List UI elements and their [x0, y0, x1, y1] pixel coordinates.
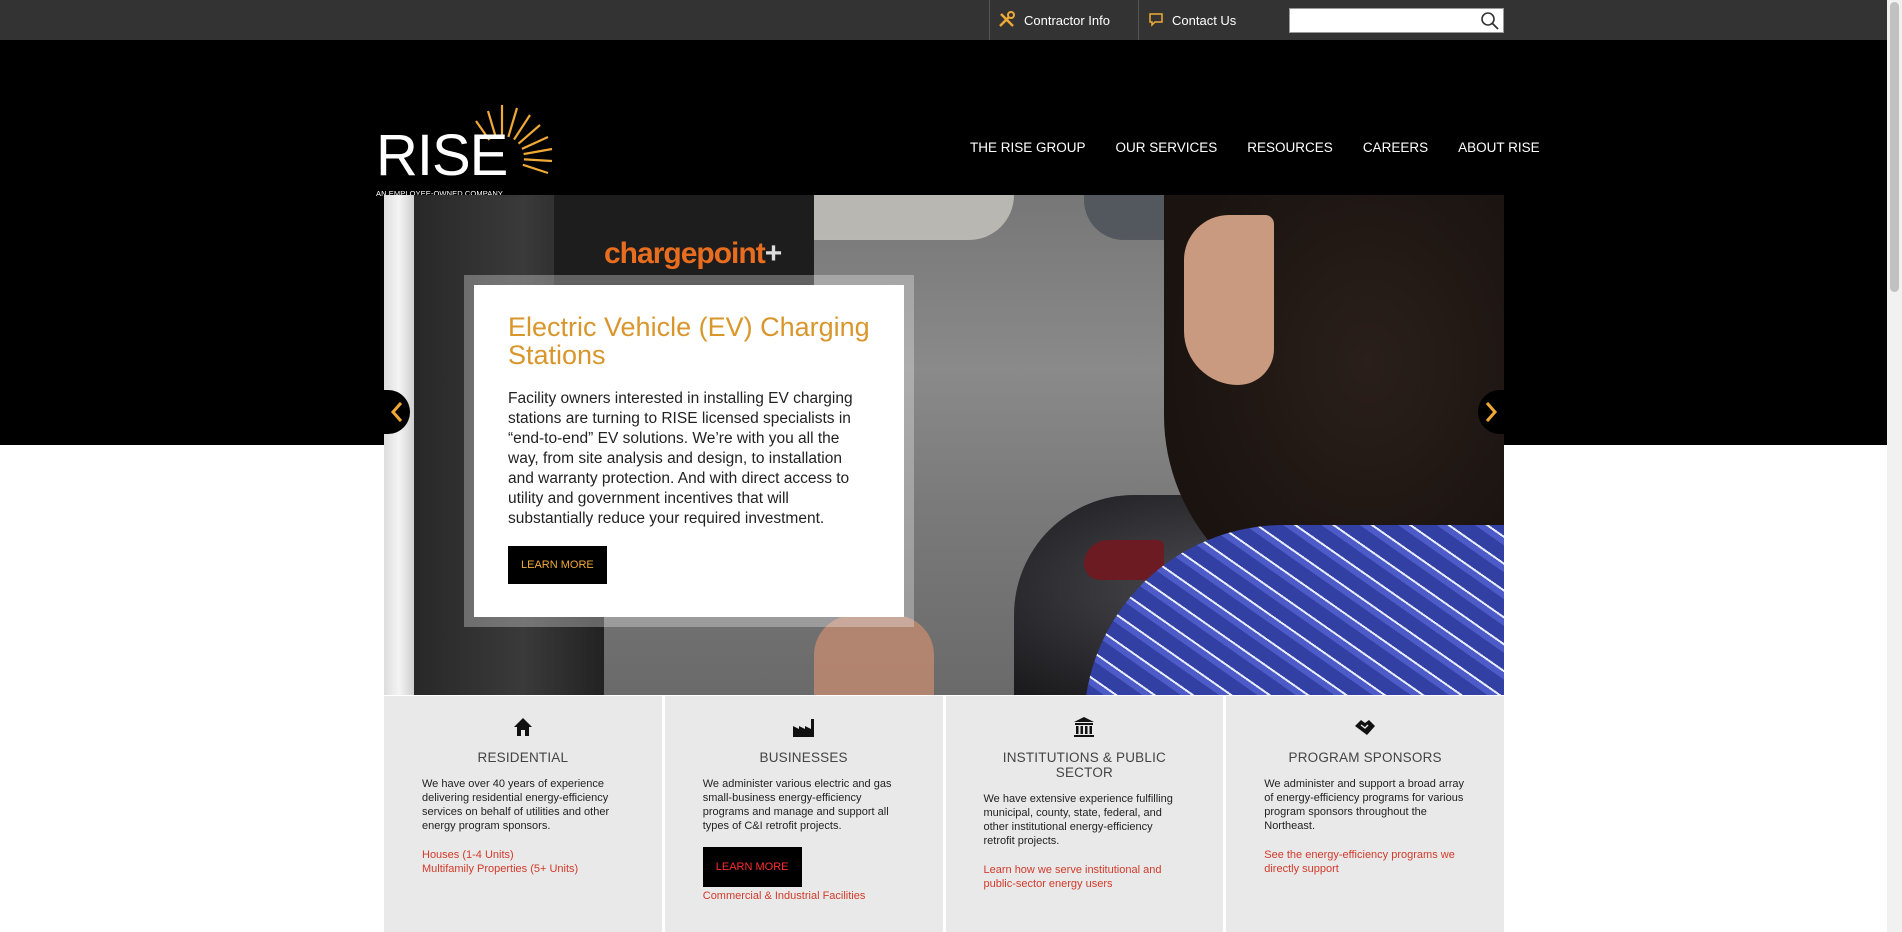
hero-text: Facility owners interested in installing… — [508, 390, 853, 527]
hero-learn-more-button[interactable]: LEARN MORE — [508, 546, 607, 584]
card-title: PROGRAM SPONSORS — [1288, 750, 1442, 765]
card-title: INSTITUTIONS & PUBLIC SECTOR — [1002, 750, 1166, 780]
handshake-icon — [1355, 720, 1376, 735]
logo-wordmark: RISE — [376, 123, 508, 188]
card-text: We have over 40 years of experience deli… — [422, 778, 610, 832]
contractor-info-link[interactable]: Contractor Info — [989, 0, 1139, 40]
institution-icon — [1074, 717, 1095, 737]
service-cards: RESIDENTIAL We have over 40 years of exp… — [384, 696, 1504, 932]
card-text: We administer and support a broad array … — [1264, 778, 1464, 832]
page-scrollbar[interactable] — [1887, 0, 1902, 932]
chevron-right-icon — [1485, 402, 1498, 422]
institutional-link[interactable]: Learn how we serve institutional and pub… — [984, 863, 1186, 891]
home-icon — [513, 718, 532, 736]
search-icon[interactable] — [1480, 11, 1500, 31]
card-title: RESIDENTIAL — [477, 750, 569, 765]
card-program-sponsors: PROGRAM SPONSORS We administer and suppo… — [1226, 696, 1504, 932]
multifamily-link[interactable]: Multifamily Properties (5+ Units) — [422, 862, 624, 876]
sponsored-programs-link[interactable]: See the energy-efficiency programs we di… — [1264, 848, 1466, 876]
businesses-learn-more-button[interactable]: LEARN MORE — [702, 847, 802, 887]
chargepoint-sign: chargepoint+ — [604, 237, 782, 270]
commercial-industrial-link[interactable]: Commercial & Industrial Facilities — [703, 889, 905, 903]
factory-icon — [792, 719, 814, 737]
search-input[interactable] — [1290, 9, 1475, 32]
nav-item-our-services[interactable]: OUR SERVICES — [1101, 140, 1233, 155]
main-nav: THE RISE GROUP OUR SERVICES RESOURCES CA… — [955, 140, 1555, 155]
search-box — [1289, 8, 1504, 33]
speech-bubble-icon — [1149, 13, 1163, 27]
nav-item-about-rise[interactable]: ABOUT RISE — [1443, 140, 1555, 155]
contact-us-link[interactable]: Contact Us — [1140, 0, 1270, 40]
card-institutions: INSTITUTIONS & PUBLIC SECTOR We have ext… — [945, 696, 1224, 932]
contact-us-label: Contact Us — [1172, 12, 1237, 28]
card-businesses: BUSINESSES We administer various electri… — [664, 696, 943, 932]
card-residential: RESIDENTIAL We have over 40 years of exp… — [384, 696, 662, 932]
chevron-left-icon — [390, 402, 403, 422]
card-title: BUSINESSES — [759, 750, 848, 765]
utility-bar: Contractor Info Contact Us — [0, 0, 1887, 40]
hero-title: Electric Vehicle (EV) Charging Stations — [508, 312, 870, 370]
contractor-info-label: Contractor Info — [1024, 12, 1110, 28]
houses-link[interactable]: Houses (1-4 Units) — [422, 848, 624, 862]
nav-item-careers[interactable]: CAREERS — [1348, 140, 1443, 155]
hero-caption-panel: Electric Vehicle (EV) Charging Stations … — [464, 275, 914, 627]
nav-item-resources[interactable]: RESOURCES — [1232, 140, 1348, 155]
nav-item-the-rise-group[interactable]: THE RISE GROUP — [955, 140, 1101, 155]
card-text: We administer various electric and gas s… — [702, 778, 892, 832]
card-text: We have extensive experience fulfilling … — [983, 793, 1173, 847]
tools-icon — [999, 11, 1015, 27]
scrollbar-thumb[interactable] — [1890, 2, 1899, 292]
rise-logo[interactable]: RISE AN EMPLOYEE-OWNED COMPANY — [376, 103, 576, 198]
